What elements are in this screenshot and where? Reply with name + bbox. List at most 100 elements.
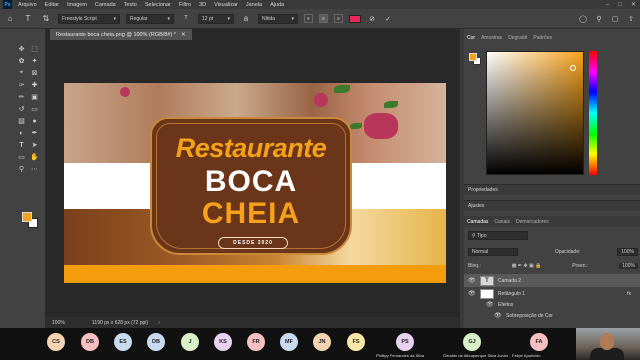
effect-name: Sobreposição de Cor (506, 312, 553, 319)
zoom-tool-icon[interactable]: ⚲ (15, 163, 28, 175)
eyedropper-icon[interactable]: ✑ (15, 79, 28, 91)
participant-avatar[interactable]: GJ (463, 333, 481, 351)
tab-demarcadores[interactable]: Demarcadores (516, 219, 549, 225)
participant-avatar[interactable]: FA (530, 333, 548, 351)
menu-arquivo[interactable]: Arquivo (14, 2, 41, 8)
document-tab[interactable]: Restaurante boca cheia.png @ 100% (RGB/8… (50, 29, 192, 40)
menu-ajuda[interactable]: Ajuda (266, 2, 288, 8)
tab-camadas[interactable]: Camadas (467, 219, 488, 225)
brush-tool-icon[interactable]: ✏ (15, 91, 28, 103)
menu-visualizar[interactable]: Visualizar (210, 2, 242, 8)
participant-avatar[interactable]: J (181, 333, 199, 351)
layer-filter-select[interactable]: ⚲ Tipo (468, 231, 528, 240)
participant-avatar[interactable]: ES (114, 333, 132, 351)
color-field[interactable] (486, 51, 584, 175)
marquee-tool-icon[interactable]: ⬚ (28, 43, 41, 55)
color-picker-ring[interactable] (570, 65, 576, 71)
menu-selecionar[interactable]: Selecionar (141, 2, 175, 8)
font-family-select[interactable]: Freestyle Script ▾ (58, 13, 120, 24)
tab-padroes[interactable]: Padrões (533, 35, 552, 41)
properties-panel-header[interactable]: Propriedades (464, 184, 640, 195)
share-icon[interactable]: ⇧ (626, 14, 636, 24)
minimize-icon[interactable]: – (606, 2, 609, 8)
foreground-color-swatch[interactable] (22, 212, 32, 222)
menu-3d[interactable]: 3D (195, 2, 210, 8)
adjustments-panel-header[interactable]: Ajustes (464, 200, 640, 211)
participant-avatar[interactable]: MF (280, 333, 298, 351)
type-tool-active-icon[interactable]: T (15, 139, 28, 151)
participant-avatar[interactable]: JN (313, 333, 331, 351)
participant-avatar[interactable]: DB (81, 333, 99, 351)
menu-editar[interactable]: Editar (41, 2, 63, 8)
layer-row[interactable]: 👁 T Camada 2 (464, 274, 640, 287)
tab-cor[interactable]: Cor (467, 35, 475, 41)
path-select-icon[interactable]: ➤ (28, 139, 41, 151)
frame-tool-icon[interactable]: ⊠ (28, 67, 41, 79)
fx-badge[interactable]: fx (627, 291, 631, 297)
visibility-eye-icon[interactable]: 👁 (468, 277, 476, 284)
visibility-eye-icon[interactable]: 👁 (468, 290, 476, 297)
participant-avatar[interactable]: CS (47, 333, 65, 351)
fill-field[interactable]: 100% (619, 262, 638, 269)
commit-check-icon[interactable]: ✓ (383, 14, 393, 24)
align-right-button[interactable]: ≡ (334, 14, 343, 23)
menu-filtro[interactable]: Filtro (175, 2, 195, 8)
blend-mode-select[interactable]: Normal (468, 247, 518, 256)
participant-avatar[interactable]: PS (396, 333, 414, 351)
lasso-tool-icon[interactable]: ✿ (15, 55, 28, 67)
participant-avatar[interactable]: FR (247, 333, 265, 351)
text-orientation-icon[interactable]: ⇅ (40, 13, 52, 25)
tab-canais[interactable]: Canais (494, 219, 510, 225)
visibility-eye-icon[interactable]: 👁 (486, 301, 494, 308)
gradient-tool-icon[interactable]: ▧ (15, 115, 28, 127)
type-tool-icon[interactable]: T (22, 13, 34, 25)
dodge-tool-icon[interactable]: ◐ (15, 127, 28, 139)
text-color-swatch[interactable] (349, 14, 361, 23)
close-tab-icon[interactable]: ✕ (181, 32, 186, 38)
menu-imagem[interactable]: Imagem (63, 2, 91, 8)
align-center-button[interactable]: ≡ (319, 14, 328, 23)
visibility-eye-icon[interactable]: 👁 (494, 312, 502, 319)
hand-tool-icon[interactable]: ✋ (28, 151, 41, 163)
participant-avatar[interactable]: DB (147, 333, 165, 351)
lock-icons[interactable]: ▩ ✒ ✥ ▣ 🔒 (512, 263, 542, 269)
3d-icon[interactable]: ◯ (578, 14, 588, 24)
antialias-select[interactable]: Nítida ▾ (258, 13, 298, 24)
quick-select-icon[interactable]: ✦ (28, 55, 41, 67)
font-style-select[interactable]: Regular ▾ (126, 13, 174, 24)
history-brush-icon[interactable]: ↺ (15, 103, 28, 115)
opacity-field[interactable]: 100% (617, 247, 638, 256)
participant-avatar[interactable]: FS (347, 333, 365, 351)
tab-amostras[interactable]: Amostras (481, 35, 502, 41)
webcam-video[interactable] (576, 328, 640, 360)
maximize-icon[interactable]: □ (618, 2, 622, 8)
chevron-right-icon[interactable]: › (158, 320, 160, 326)
font-size-select[interactable]: 12 pt ▾ (198, 13, 234, 24)
participant-avatar[interactable]: KS (214, 333, 232, 351)
tab-degrade[interactable]: Degradê (508, 35, 527, 41)
hue-slider[interactable] (589, 51, 597, 175)
window-controls: – □ ✕ (606, 0, 636, 9)
more-tools-icon[interactable]: ⋯ (28, 163, 41, 175)
rectangle-tool-icon[interactable]: ▭ (15, 151, 28, 163)
image-canvas[interactable]: Restaurante BOCA CHEIA DESDE 2020 ➢ (64, 83, 446, 283)
move-tool-icon[interactable]: ✥ (15, 43, 28, 55)
blur-tool-icon[interactable]: ● (28, 115, 41, 127)
eraser-tool-icon[interactable]: ▭ (28, 103, 41, 115)
stamp-tool-icon[interactable]: ▣ (28, 91, 41, 103)
zoom-level[interactable]: 100% (52, 320, 82, 326)
menu-janela[interactable]: Janela (242, 2, 266, 8)
align-left-button[interactable]: ≡ (304, 14, 313, 23)
menu-texto[interactable]: Texto (120, 2, 141, 8)
search-icon[interactable]: ⚲ (594, 14, 604, 24)
crop-tool-icon[interactable]: ⌖ (15, 67, 28, 79)
home-icon[interactable]: ⌂ (4, 13, 16, 25)
pen-tool-icon[interactable]: ✒ (28, 127, 41, 139)
healing-brush-icon[interactable]: ✚ (28, 79, 41, 91)
layer-effect-item[interactable]: 👁 Sobreposição de Cor (464, 309, 640, 322)
cancel-icon[interactable]: ⊘ (367, 14, 377, 24)
menu-camada[interactable]: Camada (91, 2, 120, 8)
panel-foreground-swatch[interactable] (469, 53, 477, 61)
workspace-icon[interactable]: ▢ (610, 14, 620, 24)
close-icon[interactable]: ✕ (631, 1, 636, 8)
